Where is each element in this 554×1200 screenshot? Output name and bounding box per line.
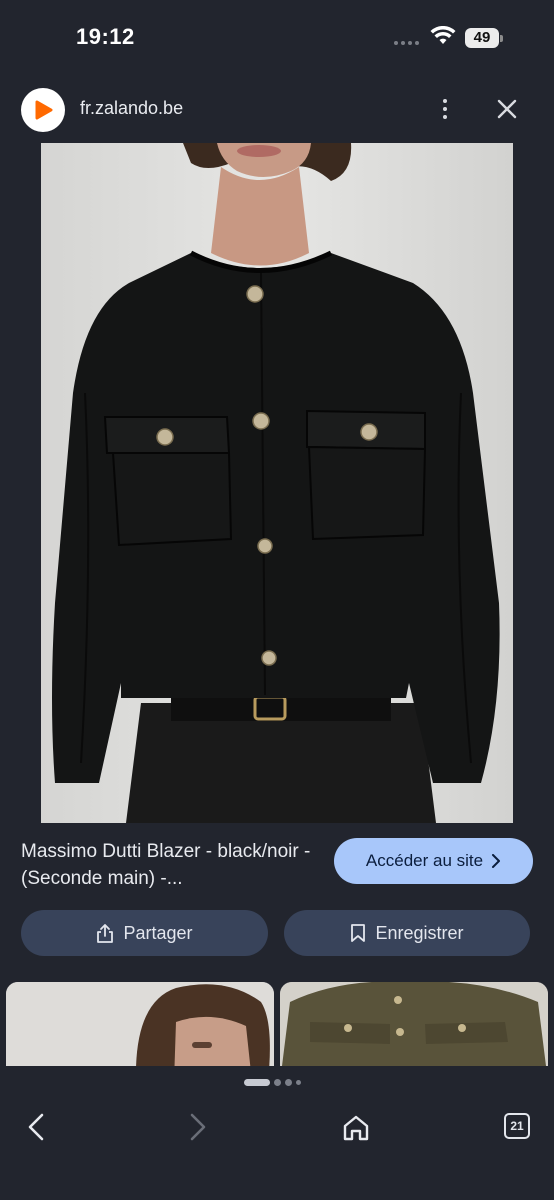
battery-icon: 49 <box>465 28 503 48</box>
zalando-play-icon[interactable] <box>21 88 65 132</box>
share-icon <box>97 924 114 943</box>
save-label: Enregistrer <box>375 922 464 943</box>
share-label: Partager <box>123 922 193 943</box>
more-vertical-icon[interactable] <box>432 96 458 122</box>
tabs-icon[interactable]: 21 <box>504 1113 530 1139</box>
product-title[interactable]: Massimo Dutti Blazer - black/noir - (Sec… <box>21 838 321 892</box>
page-url[interactable]: fr.zalando.be <box>80 98 183 119</box>
related-images <box>0 982 554 1066</box>
browser-url-bar: fr.zalando.be <box>0 76 554 142</box>
chevron-right-icon <box>492 854 501 868</box>
wifi-icon <box>430 26 456 44</box>
status-time: 19:12 <box>76 24 135 49</box>
back-icon[interactable] <box>22 1112 52 1142</box>
product-image[interactable] <box>41 143 513 823</box>
home-icon[interactable] <box>340 1112 372 1144</box>
visit-site-button[interactable]: Accéder au site <box>334 838 533 884</box>
bookmark-icon <box>351 924 366 942</box>
status-bar: 19:12 49 <box>0 0 554 76</box>
close-icon[interactable] <box>494 96 520 122</box>
visit-site-label: Accéder au site <box>365 851 484 870</box>
save-button[interactable]: Enregistrer <box>284 910 530 956</box>
browser-bottom-nav: 21 <box>0 1066 554 1200</box>
battery-level: 49 <box>473 29 491 46</box>
cellular-signal-icon <box>394 41 419 45</box>
related-image-2[interactable] <box>280 982 548 1066</box>
page-indicator <box>244 1079 301 1086</box>
related-image-1[interactable] <box>6 982 274 1066</box>
forward-icon[interactable] <box>182 1112 212 1142</box>
share-button[interactable]: Partager <box>21 910 268 956</box>
